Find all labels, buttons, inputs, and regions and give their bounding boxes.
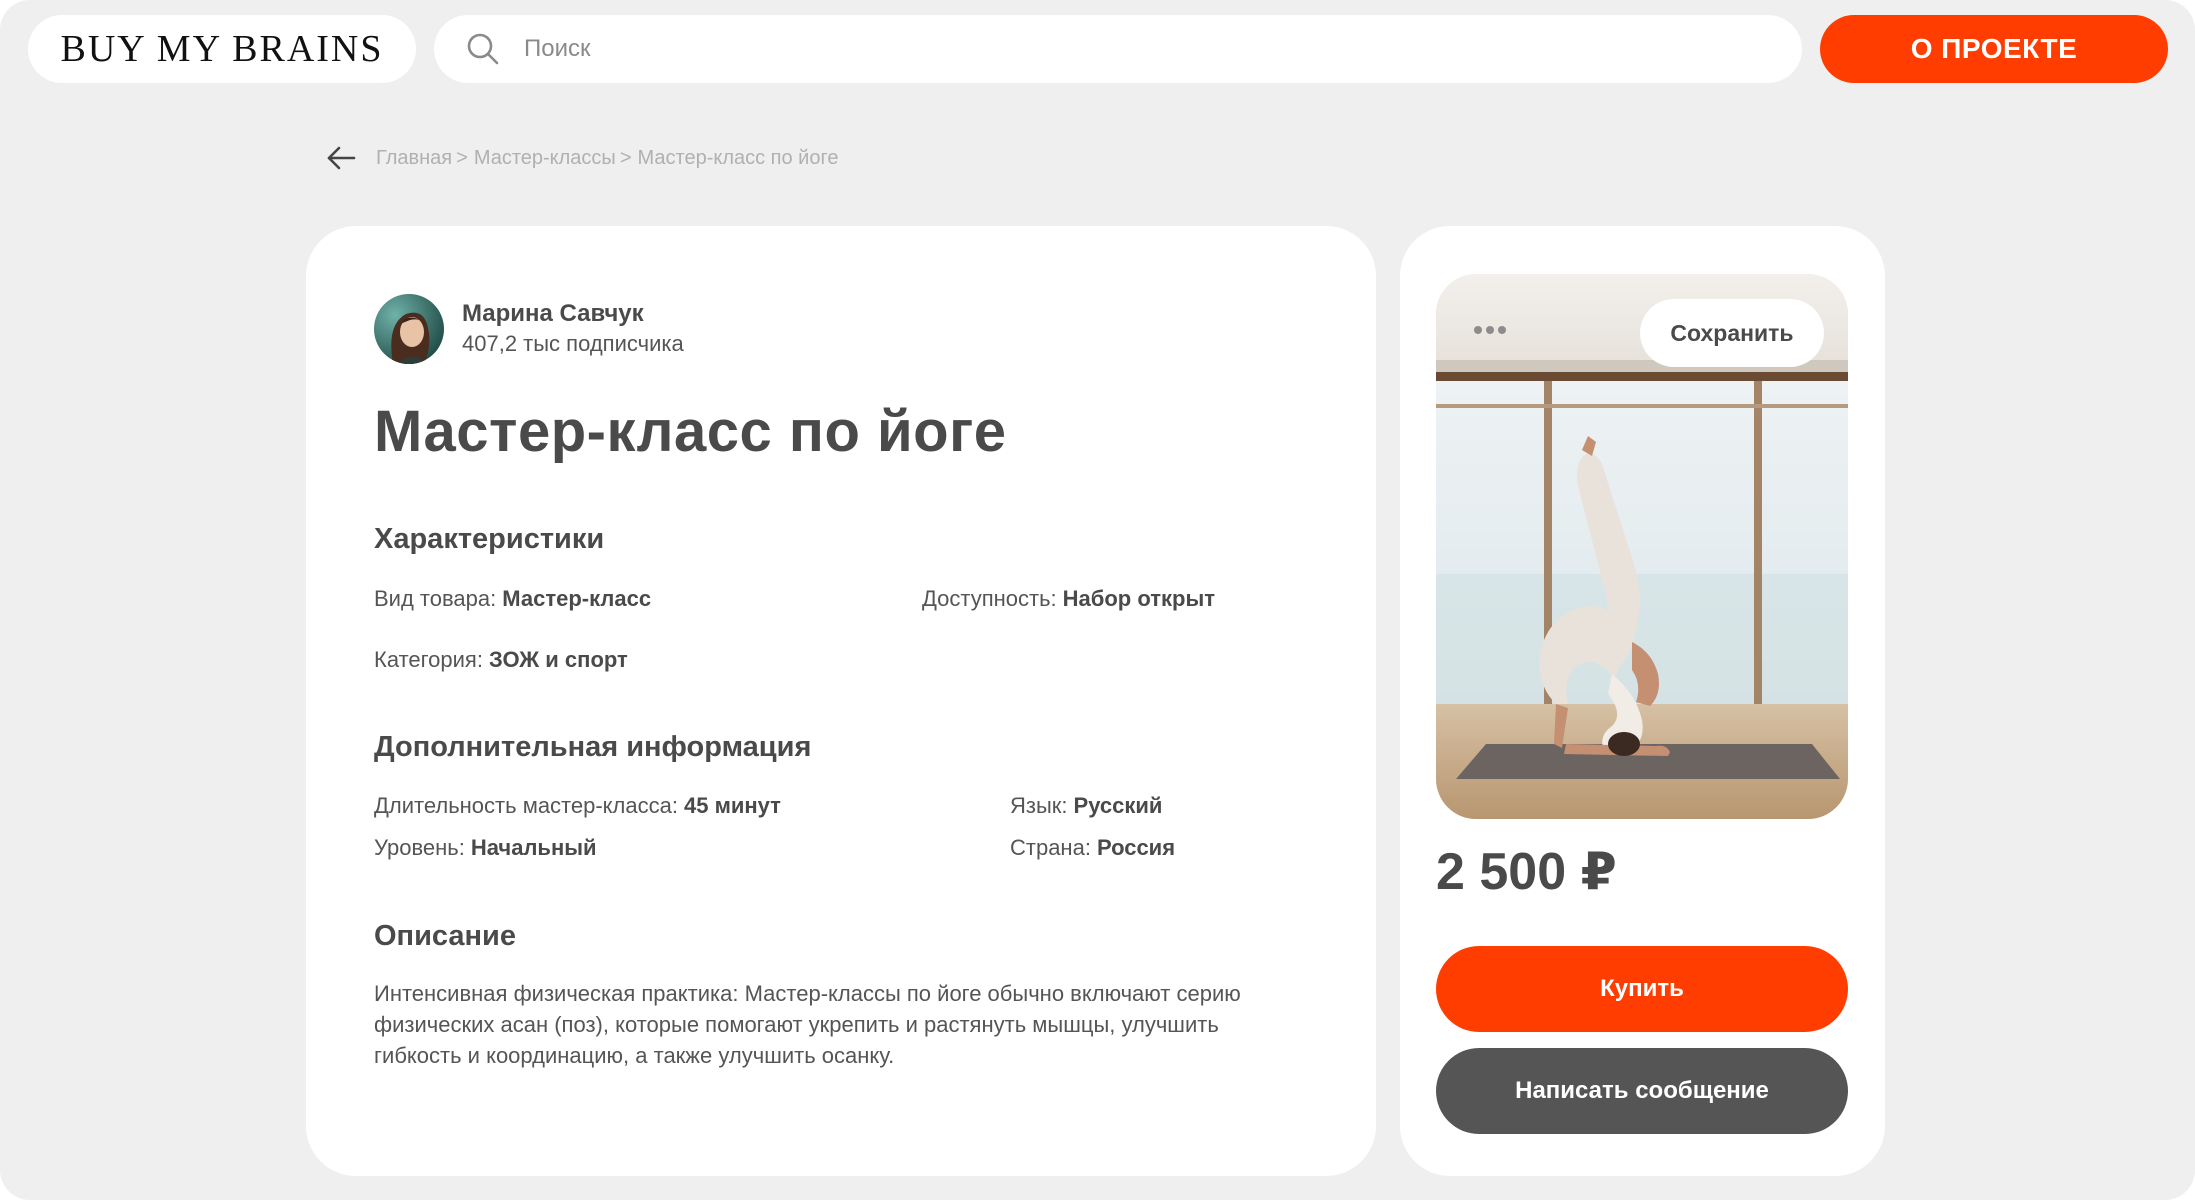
product-type: Вид товара: Мастер-класс xyxy=(374,586,651,612)
product-info-card: Марина Савчук 407,2 тыс подписчика Масте… xyxy=(306,226,1376,1176)
category: Категория: ЗОЖ и спорт xyxy=(374,647,628,673)
level: Уровень: Начальный xyxy=(374,835,597,861)
country-label: Страна: xyxy=(1010,835,1091,860)
search-input[interactable] xyxy=(524,35,1724,63)
availability-label: Доступность: xyxy=(922,586,1057,611)
page-title: Мастер-класс по йоге xyxy=(374,399,1007,464)
category-label: Категория: xyxy=(374,647,483,672)
country: Страна: Россия xyxy=(1010,835,1175,861)
level-label: Уровень: xyxy=(374,835,465,860)
save-button[interactable]: Сохранить xyxy=(1640,299,1824,367)
duration: Длительность мастер-класса: 45 минут xyxy=(374,793,781,819)
breadcrumb-home[interactable]: Главная xyxy=(376,147,452,170)
breadcrumb-separator: > xyxy=(456,146,468,169)
description-text: Интенсивная физическая практика: Мастер-… xyxy=(374,981,1241,1068)
search-bar[interactable] xyxy=(434,15,1802,83)
breadcrumb-masterclasses[interactable]: Мастер-классы xyxy=(474,147,616,170)
breadcrumb-current: Мастер-класс по йоге xyxy=(637,146,839,169)
availability: Доступность: Набор открыт xyxy=(922,586,1215,612)
availability-value: Набор открыт xyxy=(1062,586,1216,611)
send-message-button[interactable]: Написать сообщение xyxy=(1436,1048,1848,1134)
author-block[interactable]: Марина Савчук 407,2 тыс подписчика xyxy=(374,294,684,364)
additional-info-heading: Дополнительная информация xyxy=(374,731,812,763)
author-subscribers: 407,2 тыс подписчика xyxy=(462,331,684,356)
logo[interactable]: BUY MY BRAINS xyxy=(28,15,416,83)
duration-label: Длительность мастер-класса: xyxy=(374,793,678,818)
language-label: Язык: xyxy=(1010,793,1068,818)
duration-value: 45 минут xyxy=(683,793,781,818)
about-project-button[interactable]: О ПРОЕКТЕ xyxy=(1820,15,2168,83)
country-value: Россия xyxy=(1096,835,1176,860)
breadcrumb: Главная > Мастер-классы > Мастер-класс п… xyxy=(326,143,838,173)
search-icon xyxy=(467,33,499,65)
characteristics-heading: Характеристики xyxy=(374,523,605,555)
author-name[interactable]: Марина Савчук xyxy=(462,299,684,329)
language-value: Русский xyxy=(1073,793,1163,818)
breadcrumb-separator: > xyxy=(619,146,632,169)
product-type-label: Вид товара: xyxy=(374,586,497,611)
arrow-left-icon[interactable] xyxy=(326,145,356,171)
buy-button[interactable]: Купить xyxy=(1436,946,1848,1032)
price: 2 500 ₽ xyxy=(1436,843,1617,901)
level-value: Начальный xyxy=(470,835,597,860)
description-heading: Описание xyxy=(374,920,516,952)
product-type-value: Мастер-класс xyxy=(502,586,652,611)
language: Язык: Русский xyxy=(1010,793,1162,819)
category-value: ЗОЖ и спорт xyxy=(488,647,628,672)
avatar[interactable] xyxy=(374,294,444,364)
purchase-card xyxy=(1400,226,1885,1176)
